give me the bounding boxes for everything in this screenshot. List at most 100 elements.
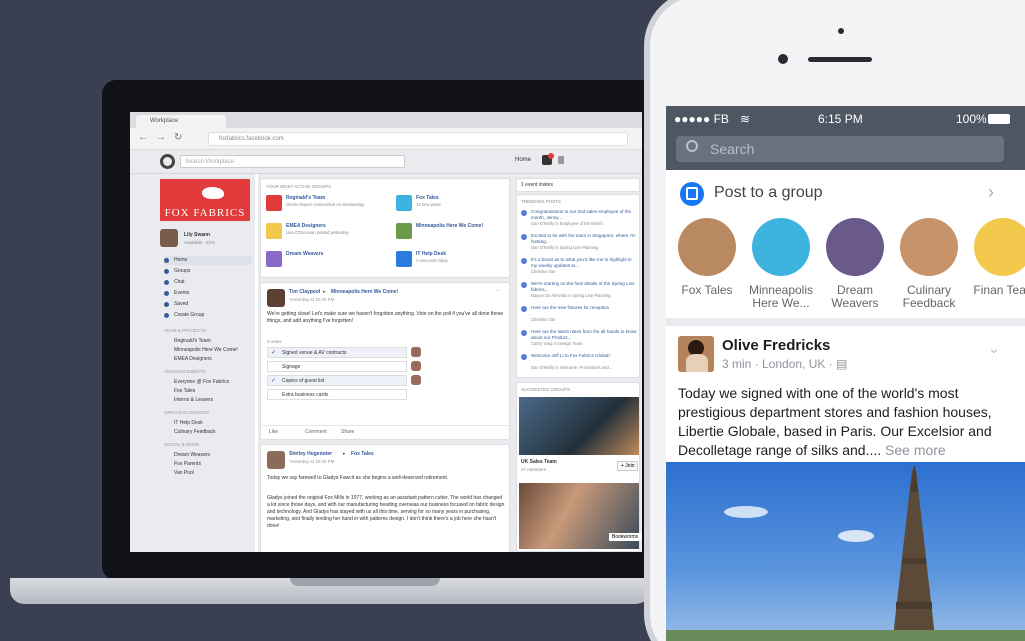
browser-tab[interactable]: Workplace [136, 115, 226, 128]
group-name[interactable]: EMEA Designers [286, 223, 326, 229]
post-group-link[interactable]: Minneapolis Here We Come! [331, 289, 398, 295]
group-icon[interactable] [396, 223, 412, 239]
post-action-share[interactable]: Share [341, 429, 354, 435]
post-author[interactable]: Olive Fredricks [722, 337, 830, 354]
author-avatar [267, 289, 285, 307]
group-circle-label: Finan Tean [973, 283, 1025, 297]
group-circle[interactable] [826, 218, 884, 276]
post-photo[interactable] [666, 462, 1025, 641]
group-icon[interactable] [266, 251, 282, 267]
voter-avatar [411, 375, 421, 385]
sidebar-group-item[interactable]: Reginald's Team [164, 337, 252, 346]
post-menu-icon[interactable]: ··· [493, 287, 500, 294]
join-button[interactable]: + Join [617, 461, 639, 471]
laptop-notch [290, 578, 440, 586]
group-circle[interactable] [974, 218, 1025, 276]
trending-post-title[interactable]: Here are the latest notes from the all-h… [531, 329, 637, 340]
sidebar-group-item[interactable]: Van Pool [164, 469, 252, 478]
sidebar-nav-item[interactable]: Create Group [164, 311, 252, 320]
post-time: Yesterday at 10:26 PM [289, 297, 335, 302]
sidebar-nav-item[interactable]: Groups [164, 267, 252, 276]
suggested-card: SUGGESTED GROUPS UK Sales Team 27 member… [516, 382, 642, 552]
sidebar-group-item[interactable]: EMEA Designers [164, 355, 252, 364]
trending-card: TRENDING POSTS Congratulations to our 2n… [516, 194, 640, 378]
post-to-group-row[interactable]: Post to a group › [666, 170, 1025, 218]
search-input[interactable]: Search [676, 136, 1004, 162]
group-icon[interactable] [266, 195, 282, 211]
workplace-search-input[interactable]: Search Workplace [180, 155, 405, 168]
trending-post-title[interactable]: Congratulations to our 2nd sales employe… [531, 209, 637, 220]
settings-icon[interactable] [558, 156, 564, 164]
group-name[interactable]: Dream Weavers [286, 251, 323, 257]
sidebar-group-item[interactable]: Fox Tales [164, 387, 252, 396]
sidebar-group-item[interactable]: Fox Parents [164, 460, 252, 469]
trending-icon [521, 354, 527, 360]
tab-title: Workplace [150, 118, 179, 124]
sidebar-group-item[interactable]: Everyone @ Fox Fabrics [164, 378, 252, 387]
post-action-comment[interactable]: Comment [305, 429, 327, 435]
poll-option[interactable]: Signage [267, 361, 407, 372]
trending-post-title[interactable]: Here are the new fixtures for reception [531, 305, 637, 311]
post-group-link[interactable]: Fox Tales [351, 451, 374, 457]
post-author[interactable]: Tim Claypool [289, 289, 320, 295]
see-more-link[interactable]: See more [885, 442, 946, 458]
group-circle[interactable] [900, 218, 958, 276]
battery-icon [988, 114, 1010, 124]
voter-avatar [411, 361, 421, 371]
group-name[interactable]: Minneapolis Here We Come! [416, 223, 483, 229]
voter-avatar [411, 347, 421, 357]
post-text: We're getting close! Let's make sure we … [267, 311, 504, 324]
workplace-logo[interactable] [160, 154, 175, 169]
home-link[interactable]: Home [515, 157, 531, 163]
sidebar-group-item[interactable]: Minneapolis Here We Come! [164, 346, 252, 355]
address-text: foxfabrics.facebook.com [219, 136, 284, 142]
poll-option[interactable]: ✓ Copies of guest list [267, 375, 407, 386]
chevron-down-icon[interactable]: ⌄ [988, 340, 1000, 357]
suggested-group-name[interactable]: Bookworms [609, 533, 642, 541]
profile-block[interactable]: Lily Swann Available · 21% [160, 229, 250, 251]
suggested-group-name[interactable]: UK Sales Team [521, 459, 557, 465]
group-name[interactable]: Reginald's Team [286, 195, 325, 201]
sidebar-nav-item[interactable]: Events [164, 289, 252, 298]
suggested-group-members: 27 members [521, 467, 547, 472]
forward-icon[interactable]: → [156, 132, 166, 143]
trending-post-title[interactable]: We're starting on the final details of t… [531, 281, 637, 292]
poll-header: 2 votes [267, 339, 282, 344]
group-icon[interactable] [396, 195, 412, 211]
group-desc: Lisa O'Donovan posted yesterday [286, 230, 349, 235]
group-icon[interactable] [266, 223, 282, 239]
events-card[interactable]: 1 event invites [516, 178, 640, 192]
search-placeholder: Search [710, 141, 755, 157]
sidebar-nav-item[interactable]: Saved [164, 300, 252, 309]
chevron-right-icon: › [988, 182, 994, 202]
author-avatar[interactable] [678, 336, 714, 372]
sidebar-nav-item[interactable]: Chat [164, 278, 252, 287]
group-circle[interactable] [678, 218, 736, 276]
poll-option[interactable]: Extra business cards [267, 389, 407, 400]
trending-icon [521, 282, 527, 288]
trending-post-title[interactable]: It's a boost as to what you'd like me to… [531, 257, 637, 268]
address-bar[interactable]: foxfabrics.facebook.com [208, 132, 628, 146]
sidebar-group-item[interactable]: Interns & Leavers [164, 396, 252, 405]
right-column: 1 event invites TRENDING POSTS Congratul… [512, 174, 642, 552]
sidebar-group-item[interactable]: Culinary Feedback [164, 428, 252, 437]
sidebar-group-item[interactable]: Dream Weavers [164, 451, 252, 460]
section-separator [666, 318, 1025, 326]
sidebar-group-item[interactable]: IT Help Desk [164, 419, 252, 428]
group-name[interactable]: IT Help Desk [416, 251, 446, 257]
post-action-like[interactable]: Like [269, 429, 278, 435]
post-arrow-icon: ▸ [343, 451, 346, 457]
trending-post-title[interactable]: Excited to be with the team in Singapore… [531, 233, 637, 244]
group-name[interactable]: Fox Tales [416, 195, 439, 201]
poll-option[interactable]: ✓ Signed venue & AV contracts [267, 347, 407, 358]
profile-status: Available · 21% [184, 240, 216, 245]
group-circle[interactable] [752, 218, 810, 276]
back-icon[interactable]: ← [138, 132, 148, 143]
reload-icon[interactable]: ↻ [174, 132, 182, 143]
check-icon: ✓ [271, 378, 277, 384]
sidebar-nav-item[interactable]: Home [164, 256, 252, 265]
trending-post-title[interactable]: Welcome Jeff Li to Fox Fabrics Global! [531, 353, 637, 359]
post-author[interactable]: Shirley Hugenoter [289, 451, 332, 457]
group-icon[interactable] [396, 251, 412, 267]
group-circle-label: Dream Weavers [831, 283, 879, 310]
